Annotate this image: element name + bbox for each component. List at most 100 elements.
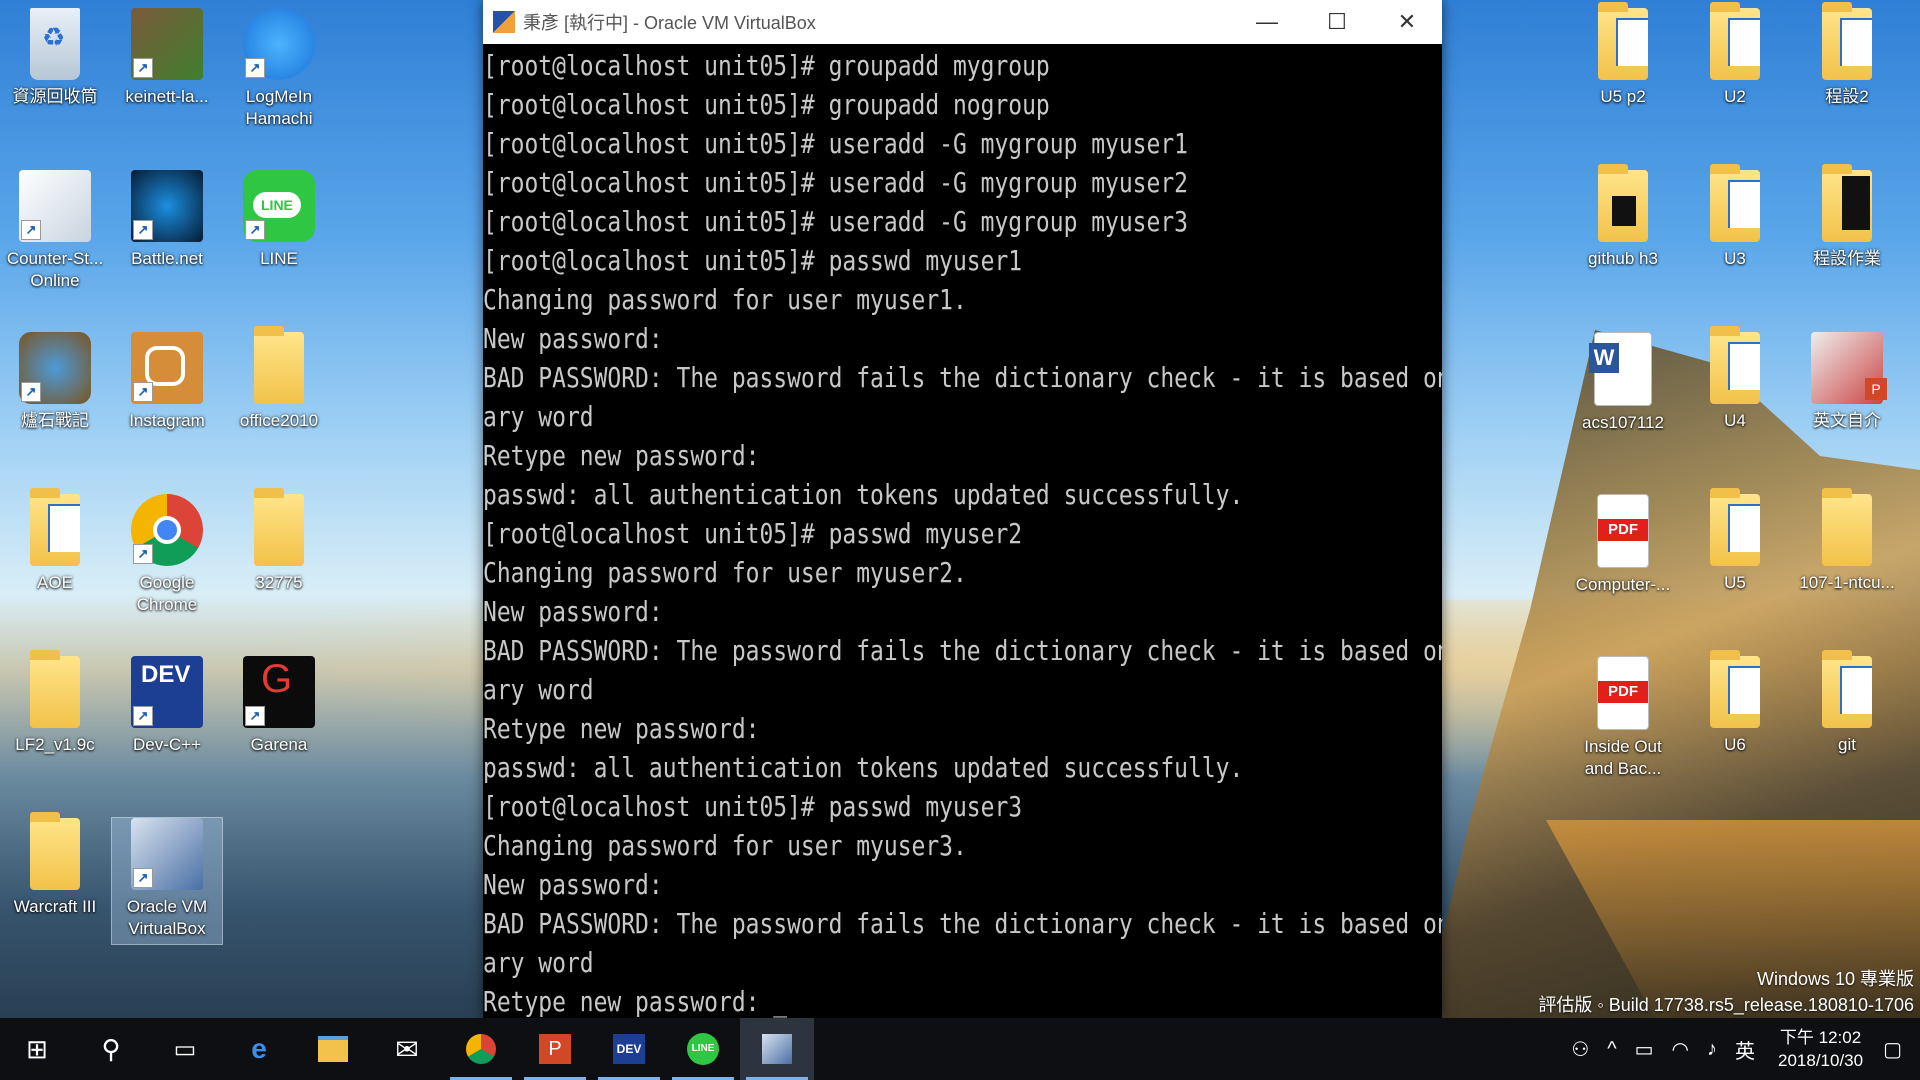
clock-time: 下午 12:02	[1779, 1028, 1862, 1047]
start-button[interactable]: ⊞	[0, 1018, 74, 1080]
mail-icon: ✉	[395, 1033, 419, 1065]
desktop-icon-32775[interactable]: 32775	[224, 488, 334, 594]
task-view-button[interactable]: ▭	[148, 1018, 222, 1080]
folder-icon	[254, 488, 304, 566]
terminal-line: BAD PASSWORD: The password fails the dic…	[483, 361, 1442, 394]
taskbar-virtualbox[interactable]	[740, 1018, 814, 1080]
task-view-icon: ▭	[173, 1035, 197, 1063]
folder-icon	[30, 488, 80, 566]
terminal-line: New password:	[483, 868, 663, 901]
desktop-icon-hearthstone[interactable]: ↗ 爐石戰記	[0, 332, 110, 432]
terminal-line: [root@localhost unit05]# groupadd nogrou…	[483, 88, 1050, 121]
terminal-output[interactable]: [root@localhost unit05]# groupadd mygrou…	[483, 44, 1442, 1021]
watermark-build: 評估版 ◦ Build 17738.rs5_release.180810-170…	[1538, 995, 1914, 1015]
desktop-icon-virtualbox[interactable]: ↗ Oracle VM VirtualBox	[111, 817, 223, 945]
folder-icon	[30, 812, 80, 890]
terminal-line: [root@localhost unit05]# groupadd mygrou…	[483, 49, 1050, 82]
taskbar-devcpp[interactable]: DEV	[592, 1018, 666, 1080]
taskbar-powerpoint[interactable]: P	[518, 1018, 592, 1080]
folder-icon	[1822, 488, 1872, 566]
close-button[interactable]: ✕	[1372, 0, 1442, 44]
folder-icon	[1598, 2, 1648, 80]
windows-watermark: Windows 10 專業版 評估版 ◦ Build 17738.rs5_rel…	[1538, 966, 1914, 1018]
desktop-icon-lf2[interactable]: LF2_v1.9c	[0, 650, 110, 756]
minecraft-icon: ↗	[131, 8, 203, 80]
desktop-icon-devcpp[interactable]: DEV ↗ Dev-C++	[112, 656, 222, 756]
terminal-line: [root@localhost unit05]# passwd myuser2	[483, 517, 1023, 550]
terminal-line: [root@localhost unit05]# useradd -G mygr…	[483, 166, 1188, 199]
virtualbox-window[interactable]: 秉彥 [執行中] - Oracle VM VirtualBox — ☐ ✕ [r…	[483, 0, 1442, 1018]
desktop-icon-homework[interactable]: 程設作業	[1792, 164, 1902, 270]
desktop-icon-u4[interactable]: U4	[1680, 326, 1790, 432]
ime-indicator[interactable]: 英	[1726, 1035, 1764, 1064]
people-icon[interactable]: ⚇	[1562, 1037, 1598, 1062]
pdf-icon: PDF	[1597, 656, 1649, 730]
clock[interactable]: 下午 12:02 2018/10/30	[1764, 1026, 1877, 1072]
file-explorer-icon	[318, 1036, 348, 1062]
desktop-icon-instagram[interactable]: ↗ Instagram	[112, 332, 222, 432]
terminal-line: New password:	[483, 595, 663, 628]
desktop-icon-ntcu[interactable]: 107-1-ntcu...	[1792, 488, 1902, 594]
terminal-line: [root@localhost unit05]# useradd -G mygr…	[483, 127, 1188, 160]
terminal-line: [root@localhost unit05]# passwd myuser1	[483, 244, 1023, 277]
desktop-icon-computer-pdf[interactable]: PDF Computer-...	[1568, 494, 1678, 596]
recycle-bin-icon: ♻	[30, 8, 80, 80]
pdf-icon: PDF	[1597, 494, 1649, 568]
virtualbox-icon: ↗	[131, 818, 203, 890]
desktop-icon-warcraft[interactable]: Warcraft III	[0, 812, 110, 918]
chrome-icon	[466, 1034, 496, 1064]
terminal-line: New password:	[483, 322, 663, 355]
desktop-icon-chrome[interactable]: ↗ Google Chrome	[112, 494, 222, 616]
taskbar-mail[interactable]: ✉	[370, 1018, 444, 1080]
desktop-icon-u3[interactable]: U3	[1680, 164, 1790, 270]
search-icon: ⚲	[101, 1033, 121, 1064]
desktop-icon-chengshe2[interactable]: 程設2	[1792, 2, 1902, 108]
maximize-button[interactable]: ☐	[1302, 0, 1372, 44]
desktop-icon-github-h3[interactable]: github h3	[1568, 164, 1678, 270]
instagram-icon: ↗	[131, 332, 203, 404]
terminal-line: Retype new password:	[483, 439, 760, 472]
chrome-icon: ↗	[131, 494, 203, 566]
folder-icon	[1710, 650, 1760, 728]
taskbar-file-explorer[interactable]	[296, 1018, 370, 1080]
desktop-icon-counter-strike[interactable]: ↗ Counter-St... Online	[0, 170, 110, 292]
desktop-icon-u5p2[interactable]: U5 p2	[1568, 2, 1678, 108]
desktop-icon-u5[interactable]: U5	[1680, 488, 1790, 594]
folder-icon	[254, 326, 304, 404]
desktop-icon-garena[interactable]: G ↗ Garena	[224, 656, 334, 756]
clock-date: 2018/10/30	[1778, 1051, 1864, 1070]
volume-icon[interactable]: ♪	[1698, 1038, 1726, 1061]
terminal-line: [root@localhost unit05]# passwd myuser3	[483, 790, 1023, 823]
window-titlebar[interactable]: 秉彥 [執行中] - Oracle VM VirtualBox — ☐ ✕	[483, 0, 1442, 44]
word-doc-icon: W	[1589, 332, 1652, 406]
counter-strike-icon: ↗	[19, 170, 91, 242]
action-center-icon[interactable]: ▢	[1877, 1037, 1920, 1062]
desktop-icon-battlenet[interactable]: ↗ Battle.net	[112, 170, 222, 270]
desktop-icon-u6[interactable]: U6	[1680, 650, 1790, 756]
chevron-up-icon[interactable]: ^	[1598, 1038, 1625, 1061]
taskbar-edge[interactable]: e	[222, 1018, 296, 1080]
desktop-icon-acs107112[interactable]: W acs107112	[1568, 332, 1678, 434]
desktop-icon-hamachi[interactable]: ↗ LogMeIn Hamachi	[224, 8, 334, 130]
desktop-icon-recycle-bin[interactable]: ♻ 資源回收筒	[0, 8, 110, 108]
desktop-icon-u2[interactable]: U2	[1680, 2, 1790, 108]
desktop-icon-english-intro[interactable]: P 英文自介	[1792, 332, 1902, 432]
desktop-icon-keinett[interactable]: ↗ keinett-la...	[112, 8, 222, 108]
desktop-icon-line[interactable]: LINE ↗ LINE	[224, 170, 334, 270]
desktop-icon-inside-out-pdf[interactable]: PDF Inside Out and Bac...	[1568, 656, 1678, 780]
wifi-icon[interactable]: ◠	[1663, 1037, 1698, 1062]
desktop-icon-git[interactable]: git	[1792, 650, 1902, 756]
taskbar-line[interactable]: LINE	[666, 1018, 740, 1080]
terminal-line: Changing password for user myuser2.	[483, 556, 967, 589]
hearthstone-icon: ↗	[19, 332, 91, 404]
folder-icon	[1822, 164, 1872, 242]
battery-icon[interactable]: ▭	[1626, 1037, 1663, 1062]
terminal-line: Retype new password:	[483, 712, 760, 745]
taskbar-chrome[interactable]	[444, 1018, 518, 1080]
folder-icon	[1710, 326, 1760, 404]
search-button[interactable]: ⚲	[74, 1018, 148, 1080]
desktop-icon-office2010[interactable]: office2010	[224, 326, 334, 432]
minimize-button[interactable]: —	[1232, 0, 1302, 44]
desktop-icon-aoe[interactable]: AOE	[0, 488, 110, 594]
window-title: 秉彥 [執行中] - Oracle VM VirtualBox	[523, 13, 816, 33]
